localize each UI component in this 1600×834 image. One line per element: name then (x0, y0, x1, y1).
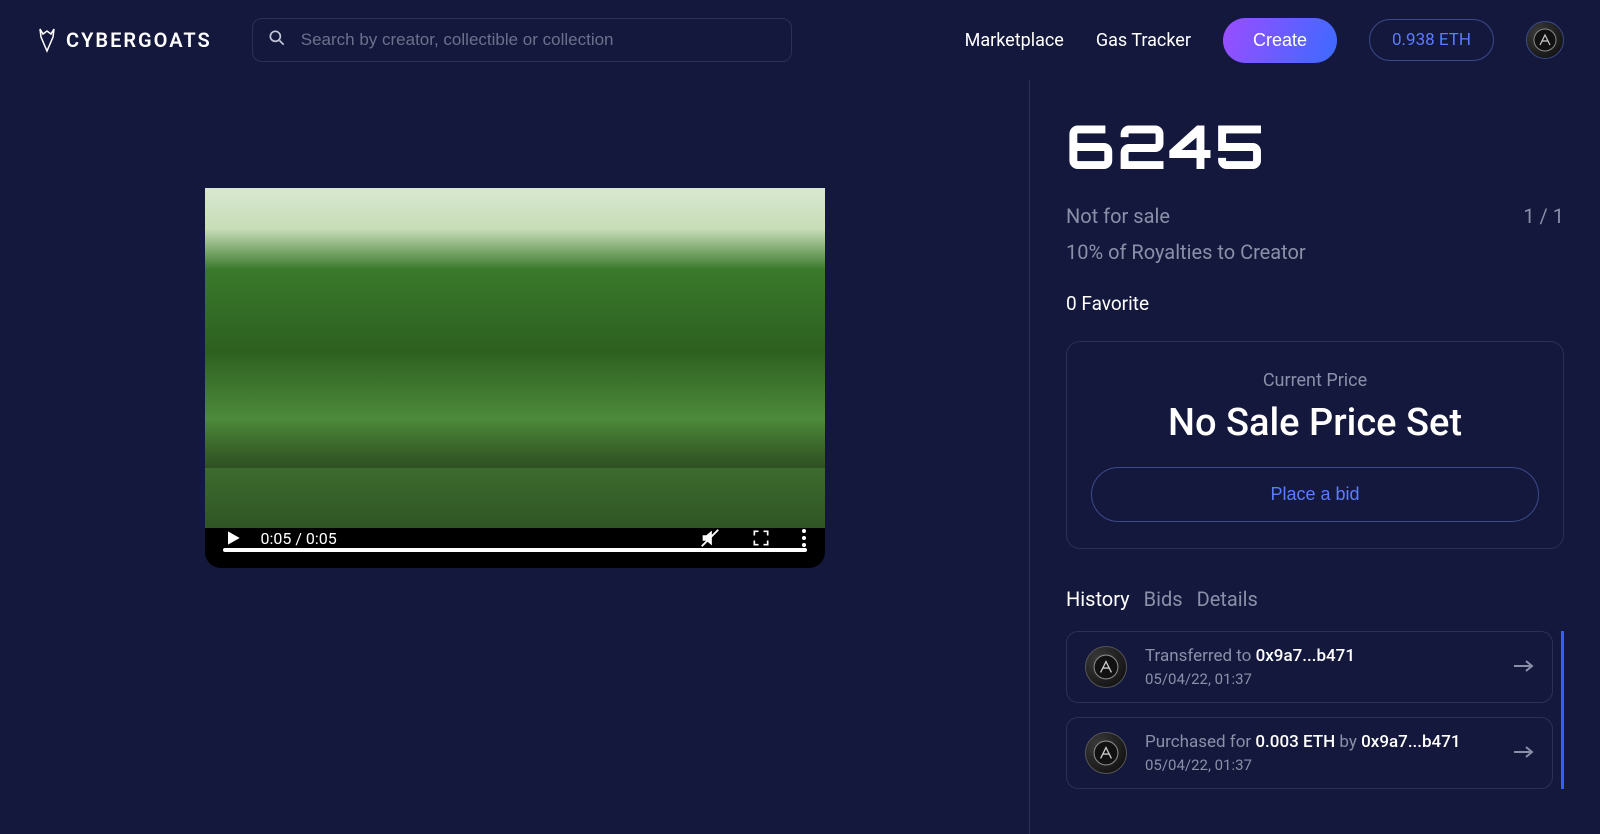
history-avatar (1085, 646, 1127, 688)
tab-details[interactable]: Details (1197, 587, 1258, 611)
history-item[interactable]: Purchased for 0.003 ETH by 0x9a7...b471 0… (1066, 717, 1553, 789)
details-pane: 6245 Not for sale 1 / 1 10% of Royalties… (1030, 80, 1600, 834)
play-icon[interactable] (223, 528, 243, 548)
mute-icon[interactable] (699, 527, 721, 549)
goat-icon (36, 27, 58, 53)
arrow-right-icon[interactable] (1512, 744, 1534, 763)
place-bid-button[interactable]: Place a bid (1091, 467, 1539, 522)
video-progress[interactable] (223, 548, 807, 552)
history-time: 05/04/22, 01:37 (1145, 756, 1494, 774)
tab-history[interactable]: History (1066, 587, 1130, 611)
tabs: History Bids Details (1066, 587, 1564, 611)
search-input[interactable] (301, 30, 777, 50)
brand-text: CYBERGOATS (66, 28, 212, 52)
history-item[interactable]: Transferred to 0x9a7...b471 05/04/22, 01:… (1066, 631, 1553, 703)
search-box[interactable] (252, 18, 792, 62)
media-pane: 0:05 / 0:05 (0, 80, 1030, 834)
video-frame (205, 188, 825, 528)
main: 0:05 / 0:05 6245 Not for (0, 80, 1600, 834)
history-text: Transferred to 0x9a7...b471 (1145, 646, 1494, 666)
history-time: 05/04/22, 01:37 (1145, 670, 1494, 688)
video-time: 0:05 / 0:05 (261, 529, 337, 548)
history-body: Purchased for 0.003 ETH by 0x9a7...b471 0… (1145, 732, 1494, 774)
history-text: Purchased for 0.003 ETH by 0x9a7...b471 (1145, 732, 1494, 752)
user-avatar[interactable] (1526, 21, 1564, 59)
history-list: Transferred to 0x9a7...b471 05/04/22, 01:… (1066, 631, 1564, 789)
edition-count: 1 / 1 (1523, 204, 1564, 228)
nav-links: Marketplace Gas Tracker Create 0.938 ETH (965, 18, 1564, 63)
royalty-text: 10% of Royalties to Creator (1066, 240, 1564, 264)
create-button[interactable]: Create (1223, 18, 1337, 63)
balance-pill[interactable]: 0.938 ETH (1369, 19, 1494, 61)
arrow-right-icon[interactable] (1512, 658, 1534, 677)
nav-gas-tracker[interactable]: Gas Tracker (1096, 30, 1191, 51)
video-player[interactable]: 0:05 / 0:05 (205, 188, 825, 568)
history-avatar (1085, 732, 1127, 774)
favorite-count[interactable]: 0 Favorite (1066, 292, 1564, 315)
price-value: No Sale Price Set (1091, 401, 1539, 445)
history-body: Transferred to 0x9a7...b471 05/04/22, 01:… (1145, 646, 1494, 688)
search-icon (267, 28, 287, 52)
more-icon[interactable] (801, 528, 807, 548)
fullscreen-icon[interactable] (751, 528, 771, 548)
header: CYBERGOATS Marketplace Gas Tracker Creat… (0, 0, 1600, 80)
video-controls: 0:05 / 0:05 (205, 508, 825, 568)
price-label: Current Price (1091, 370, 1539, 391)
sale-status: Not for sale (1066, 204, 1170, 228)
brand-logo[interactable]: CYBERGOATS (36, 27, 212, 53)
price-box: Current Price No Sale Price Set Place a … (1066, 341, 1564, 549)
nav-marketplace[interactable]: Marketplace (965, 30, 1064, 51)
tab-bids[interactable]: Bids (1144, 587, 1183, 611)
item-title: 6245 (1066, 108, 1564, 184)
